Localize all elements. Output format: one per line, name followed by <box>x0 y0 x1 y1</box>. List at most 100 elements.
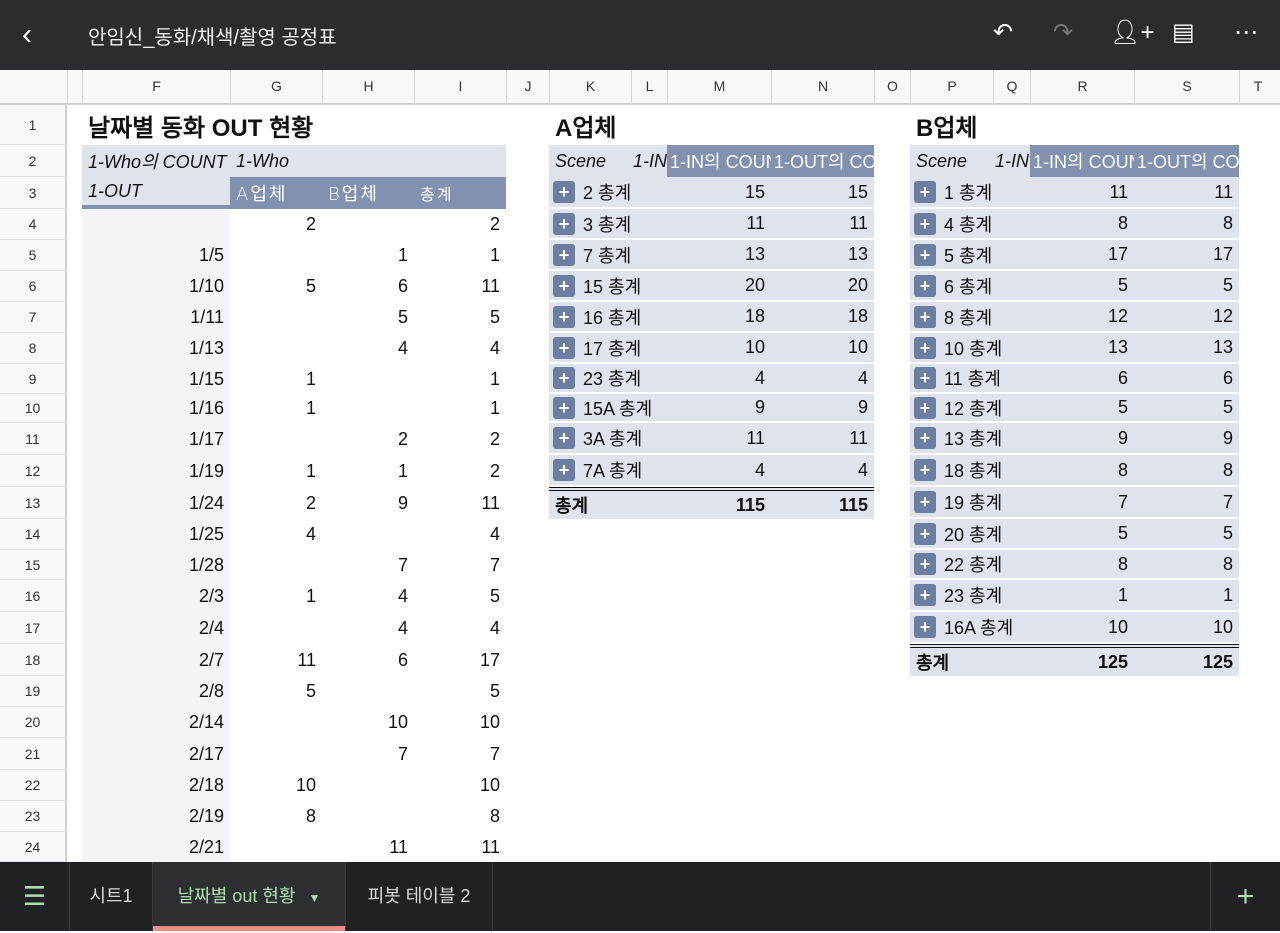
scene-row[interactable]: +22 총계 <box>910 550 1030 580</box>
date-cell[interactable]: 2/17 <box>82 738 230 770</box>
count-cell[interactable]: 5 <box>414 302 506 333</box>
out-count-cell[interactable]: 11 <box>771 423 874 455</box>
expand-plus-icon[interactable]: + <box>553 336 575 359</box>
total-label[interactable]: 총계 <box>549 487 667 519</box>
date-cell[interactable]: 2/14 <box>82 707 230 738</box>
out-count-cell[interactable]: 5 <box>1134 271 1239 302</box>
count-cell[interactable]: 2 <box>322 423 414 455</box>
row-header[interactable]: 1 <box>0 105 67 145</box>
count-cell[interactable]: 4 <box>414 519 506 550</box>
column-header[interactable]: R <box>1030 70 1134 103</box>
scene-header[interactable]: Scene <box>910 145 993 177</box>
count-cell[interactable]: 11 <box>414 832 506 862</box>
count-cell[interactable]: 5 <box>414 580 506 612</box>
row-header[interactable]: 18 <box>0 644 67 676</box>
column-header[interactable]: L <box>631 70 667 103</box>
scene-row[interactable]: +17 총계 <box>549 333 667 364</box>
row-header[interactable]: 2 <box>0 145 67 177</box>
row-header[interactable]: 10 <box>0 394 67 423</box>
count-cell[interactable]: 9 <box>322 487 414 519</box>
date-cell[interactable]: 1/24 <box>82 487 230 519</box>
in-count-cell[interactable]: 9 <box>1030 423 1134 455</box>
total-in[interactable]: 125 <box>1030 644 1134 676</box>
expand-plus-icon[interactable]: + <box>914 367 936 389</box>
count-cell[interactable]: 4 <box>414 333 506 364</box>
count-cell[interactable]: 5 <box>230 271 322 302</box>
count-cell[interactable]: 7 <box>322 550 414 580</box>
expand-plus-icon[interactable]: + <box>553 274 575 297</box>
scene-row[interactable]: +3 총계 <box>549 209 667 240</box>
count-cell[interactable] <box>230 423 322 455</box>
count-cell[interactable]: 1 <box>414 364 506 394</box>
scene-row[interactable]: +20 총계 <box>910 519 1030 550</box>
value-field-label[interactable]: 1-Who의 COUNT <box>82 145 230 177</box>
scene-row[interactable]: +16A 총계 <box>910 612 1030 644</box>
out-count-cell[interactable]: 8 <box>1134 455 1239 487</box>
date-cell[interactable]: 1/15 <box>82 364 230 394</box>
date-cell[interactable]: 2/19 <box>82 801 230 832</box>
count-cell[interactable]: 11 <box>414 487 506 519</box>
left-pivot-title[interactable]: 날짜별 동화 OUT 현황 <box>82 105 549 145</box>
pivot-column-header[interactable]: B업체 <box>322 177 414 209</box>
scene-row[interactable]: +6 총계 <box>910 271 1030 302</box>
date-cell[interactable]: 1/19 <box>82 455 230 487</box>
date-cell[interactable]: 1/28 <box>82 550 230 580</box>
column-header[interactable]: N <box>771 70 874 103</box>
more-icon[interactable]: ⋯ <box>1234 18 1258 47</box>
in-count-cell[interactable]: 11 <box>667 423 771 455</box>
total-out[interactable]: 115 <box>771 487 874 519</box>
in-count-cell[interactable]: 8 <box>1030 550 1134 580</box>
in-count-header[interactable]: 1-IN의 COUNT <box>1030 145 1134 177</box>
row-header[interactable]: 22 <box>0 770 67 801</box>
out-count-cell[interactable]: 9 <box>771 394 874 423</box>
in-count-cell[interactable]: 15 <box>667 177 771 209</box>
in-count-cell[interactable]: 8 <box>1030 209 1134 240</box>
count-cell[interactable]: 4 <box>414 612 506 644</box>
count-cell[interactable]: 4 <box>230 519 322 550</box>
expand-plus-icon[interactable]: + <box>553 305 575 328</box>
date-cell[interactable]: 1/13 <box>82 333 230 364</box>
menu-icon[interactable]: ☰ <box>0 862 70 931</box>
expand-plus-icon[interactable]: + <box>553 396 575 419</box>
scene-row[interactable]: +15 총계 <box>549 271 667 302</box>
scene-row[interactable]: +7 총계 <box>549 240 667 271</box>
in-count-cell[interactable]: 17 <box>1030 240 1134 271</box>
expand-plus-icon[interactable]: + <box>914 427 936 449</box>
row-header[interactable]: 13 <box>0 487 67 519</box>
in-count-cell[interactable]: 5 <box>1030 519 1134 550</box>
add-person-icon[interactable]: 👤︎+ <box>1110 18 1154 47</box>
count-cell[interactable] <box>230 302 322 333</box>
column-header[interactable]: M <box>667 70 771 103</box>
comment-icon[interactable]: ▤ <box>1172 18 1195 47</box>
count-cell[interactable]: 8 <box>230 801 322 832</box>
expand-plus-icon[interactable]: + <box>914 336 936 359</box>
count-cell[interactable]: 10 <box>414 707 506 738</box>
date-cell[interactable]: 2/8 <box>82 676 230 707</box>
count-cell[interactable] <box>322 519 414 550</box>
scene-row[interactable]: +1 총계 <box>910 177 1030 209</box>
scene-row[interactable]: +16 총계 <box>549 302 667 333</box>
count-cell[interactable] <box>230 612 322 644</box>
in-count-cell[interactable]: 6 <box>1030 364 1134 394</box>
column-header[interactable]: Q <box>993 70 1030 103</box>
pivot-column-header[interactable]: 총계 <box>414 177 506 209</box>
count-cell[interactable]: 8 <box>414 801 506 832</box>
expand-plus-icon[interactable]: + <box>914 459 936 481</box>
expand-plus-icon[interactable]: + <box>914 616 936 638</box>
count-cell[interactable]: 2 <box>414 209 506 240</box>
row-header[interactable]: 12 <box>0 455 67 487</box>
add-sheet-button[interactable]: + <box>1210 862 1280 931</box>
count-cell[interactable] <box>322 394 414 423</box>
count-cell[interactable] <box>230 333 322 364</box>
in-count-cell[interactable]: 11 <box>1030 177 1134 209</box>
row-header[interactable]: 7 <box>0 302 67 333</box>
expand-plus-icon[interactable]: + <box>914 181 936 203</box>
out-count-cell[interactable]: 7 <box>1134 487 1239 519</box>
count-cell[interactable]: 6 <box>322 271 414 302</box>
total-label[interactable]: 총계 <box>910 644 1030 676</box>
row-header[interactable]: 14 <box>0 519 67 550</box>
count-cell[interactable]: 11 <box>322 832 414 862</box>
row-header[interactable]: 23 <box>0 801 67 832</box>
column-header[interactable]: O <box>874 70 910 103</box>
total-out[interactable]: 125 <box>1134 644 1239 676</box>
